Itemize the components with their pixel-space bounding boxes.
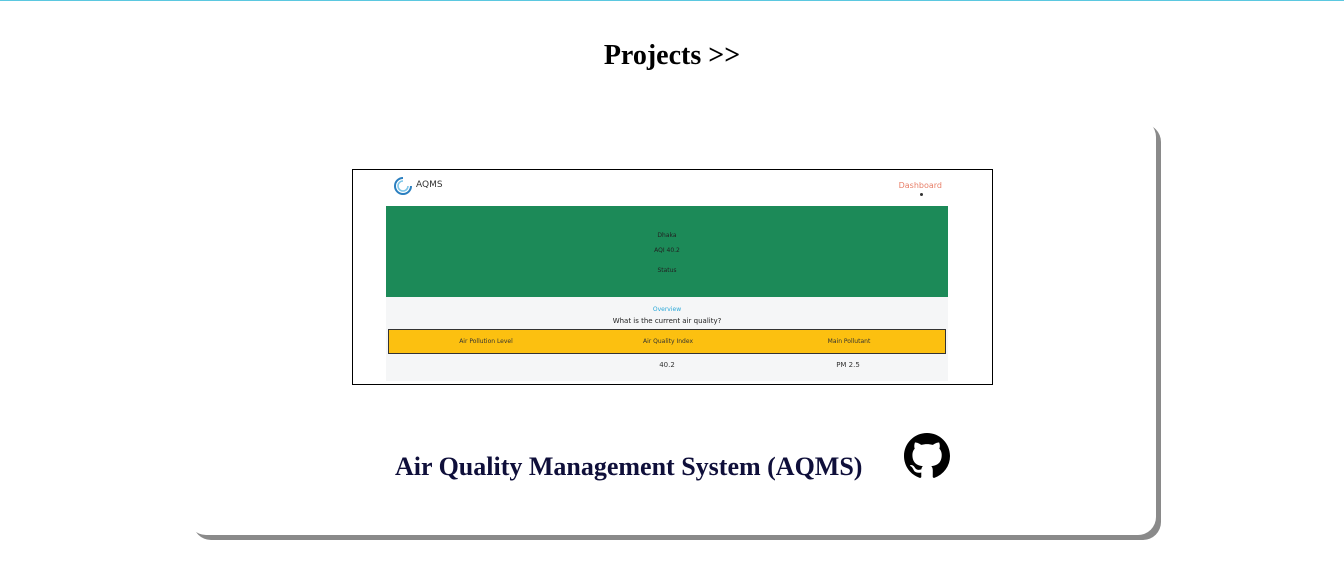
preview-hero-city: Dhaka <box>657 232 677 239</box>
preview-table-header-cell: Main Pollutant <box>827 338 871 345</box>
preview-overview-label: Overview <box>652 306 682 313</box>
preview-hero: Dhaka AQI 40.2 Status <box>386 206 948 297</box>
preview-hero-status: Status <box>657 267 677 274</box>
project-card: AQMS Dashboard Dhaka AQI 40.2 Status Ove… <box>188 119 1156 535</box>
preview-table-cell: 40.2 <box>659 361 675 369</box>
top-border-line <box>0 0 1344 1</box>
preview-table-row: 40.2 PM 2.5 <box>388 361 944 375</box>
preview-nav-dot <box>920 193 923 196</box>
preview-nav-dashboard: Dashboard <box>898 181 942 190</box>
section-heading: Projects >> <box>603 40 741 71</box>
project-title: Air Quality Management System (AQMS) <box>395 452 863 481</box>
project-screenshot: AQMS Dashboard Dhaka AQI 40.2 Status Ove… <box>352 169 993 385</box>
preview-brand: AQMS <box>416 180 443 190</box>
preview-hero-aqi: AQI 40.2 <box>654 247 680 254</box>
preview-overview-section: Overview What is the current air quality… <box>386 297 948 381</box>
preview-table-header-cell: Air Pollution Level <box>459 338 513 345</box>
github-icon[interactable] <box>904 433 950 479</box>
preview-table-header: Air Pollution Level Air Quality Index Ma… <box>388 329 946 354</box>
aqms-logo-icon <box>394 177 412 195</box>
preview-question: What is the current air quality? <box>612 317 722 325</box>
preview-table-cell: PM 2.5 <box>836 361 860 369</box>
preview-table-header-cell: Air Quality Index <box>642 338 693 345</box>
